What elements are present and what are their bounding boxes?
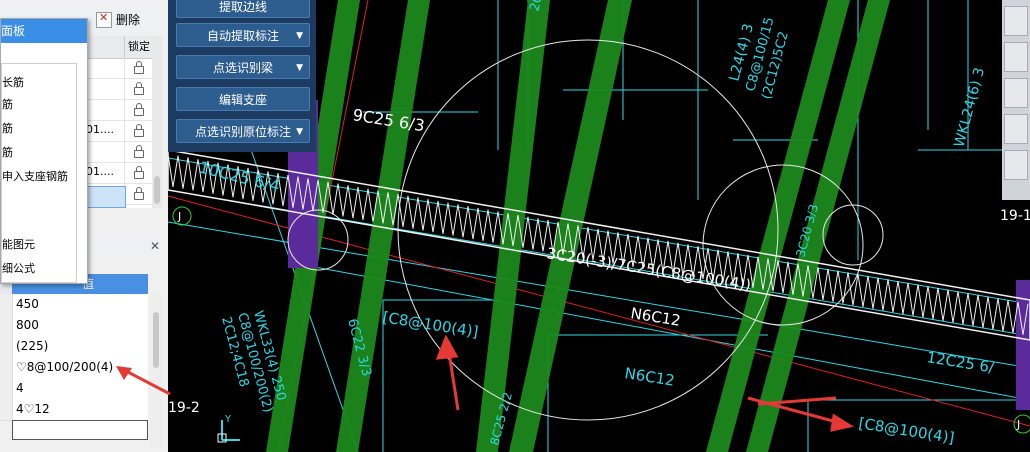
lock-icon[interactable] xyxy=(124,184,153,204)
lock-icon[interactable] xyxy=(124,163,153,183)
lock-icon[interactable] xyxy=(124,142,153,162)
pick-recognize-beam-label: 点选识别梁 xyxy=(212,61,273,75)
beam-recognition-tool-panel: 提取边线 自动提取标注 ▼ 点选识别梁 ▼ 编辑支座 点选识别原位标注 ▼ xyxy=(168,0,316,152)
delete-button[interactable]: 删除 xyxy=(96,11,140,28)
chevron-down-icon[interactable]: ▼ xyxy=(296,24,303,48)
pick-recognize-beam-button[interactable]: 点选识别梁 ▼ xyxy=(176,55,310,79)
property-edit-field[interactable] xyxy=(12,420,148,440)
grid-label-j-left: J xyxy=(177,210,181,223)
menu-item[interactable]: 细公式 xyxy=(2,260,35,276)
chevron-down-icon[interactable]: ▼ xyxy=(296,120,303,144)
panel-menu-title[interactable]: 面板 xyxy=(1,19,87,43)
lock-icon[interactable] xyxy=(124,121,153,141)
property-row[interactable]: (225) xyxy=(0,336,148,358)
2d-view-button[interactable] xyxy=(1004,6,1028,36)
grid-label-19-1: 19-1 xyxy=(1000,208,1030,224)
property-value: (225) xyxy=(16,339,49,353)
delete-label: 删除 xyxy=(116,13,141,27)
extract-edge-button[interactable]: 提取边线 xyxy=(176,0,310,18)
property-value: 4♡12 xyxy=(16,402,50,416)
lock-column-header: 锁定 xyxy=(124,36,153,58)
edit-support-button[interactable]: 编辑支座 xyxy=(176,87,310,111)
property-row[interactable]: 450 xyxy=(0,294,148,316)
delete-icon xyxy=(96,11,112,28)
menu-item[interactable]: 筋 xyxy=(2,120,13,136)
svg-text:Y: Y xyxy=(224,414,232,425)
view-toolbar xyxy=(1002,0,1030,200)
auto-extract-label-text: 自动提取标注 xyxy=(206,29,279,43)
menu-item[interactable]: 筋 xyxy=(2,96,13,112)
menu-item[interactable]: 筋 xyxy=(2,144,13,160)
edit-support-label: 编辑支座 xyxy=(218,93,267,107)
menu-item[interactable]: 申入支座钢筋 xyxy=(2,168,68,184)
panel-dropdown-menu: 面板 长筋 筋 筋 筋 申入支座钢筋 能图元 细公式 xyxy=(0,18,88,284)
list-item-value: 01.... xyxy=(86,123,114,136)
panel-menu-list: 长筋 筋 筋 筋 申入支座钢筋 能图元 细公式 xyxy=(1,63,77,283)
extract-edge-label: 提取边线 xyxy=(218,0,267,14)
chevron-down-icon[interactable]: ▼ xyxy=(296,56,303,80)
property-value: 800 xyxy=(16,318,39,332)
grid-label-j-right: J xyxy=(1016,418,1020,431)
property-value: ♡8@100/200(4) xyxy=(16,360,114,374)
rotate-button[interactable] xyxy=(1004,114,1028,144)
lock-icon[interactable] xyxy=(124,100,153,120)
annotation-arrow-left xyxy=(116,366,171,396)
box-view-button[interactable] xyxy=(1004,78,1028,108)
property-row[interactable]: 800 xyxy=(0,315,148,337)
lock-icon[interactable] xyxy=(124,58,153,78)
list-scrollbar[interactable] xyxy=(152,36,162,208)
list-item-value: 01.... xyxy=(86,165,114,178)
selected-cell[interactable] xyxy=(86,186,126,208)
property-value: 4 xyxy=(16,381,24,395)
grid-settings-button[interactable] xyxy=(1004,150,1028,180)
3d-view-button[interactable] xyxy=(1004,42,1028,72)
property-value: 450 xyxy=(16,297,39,311)
auto-extract-label-button[interactable]: 自动提取标注 ▼ xyxy=(176,23,310,47)
left-panel: 删除 锁定 01.... 01.... ✕ 值 450 800 (225) ♡8… xyxy=(0,0,171,452)
menu-item[interactable]: 长筋 xyxy=(2,74,24,90)
close-icon[interactable]: ✕ xyxy=(150,239,160,253)
menu-item[interactable]: 能图元 xyxy=(2,236,35,252)
lock-icon[interactable] xyxy=(124,79,153,99)
pick-recognize-inplace-label-text: 点选识别原位标注 xyxy=(194,125,291,139)
pick-recognize-inplace-label-button[interactable]: 点选识别原位标注 ▼ xyxy=(176,119,310,143)
